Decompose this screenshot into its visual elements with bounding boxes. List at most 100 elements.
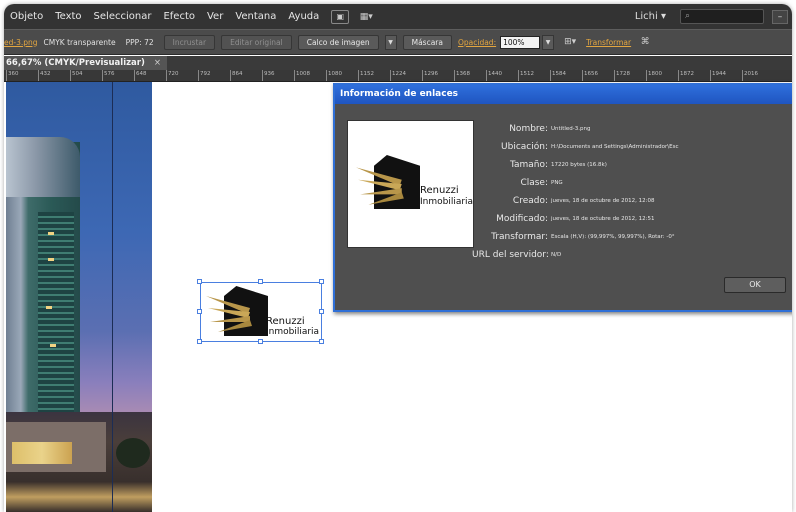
field-transformar: Transformar: Escala (H,V): (99,997%, 99,9… (475, 232, 792, 244)
menu-ver[interactable]: Ver (201, 11, 229, 22)
menu-texto[interactable]: Texto (49, 11, 87, 22)
opacity-dropdown[interactable]: ▼ (542, 34, 555, 50)
ruler-tick (102, 70, 103, 81)
resize-handle[interactable] (319, 279, 324, 284)
linked-file-link[interactable]: ed-3.png (4, 38, 38, 47)
workspace-switcher[interactable]: Lichi ▾ (635, 11, 666, 22)
ruler-tick (230, 70, 231, 81)
ruler-tick (582, 70, 583, 81)
field-value: N/D (551, 252, 562, 258)
horizontal-ruler[interactable]: 360 432 504 576 648 720 792 864 936 1008 1080 1152 1… (4, 70, 792, 82)
field-label: Nombre: (509, 124, 548, 134)
embed-button[interactable]: Incrustar (163, 34, 216, 50)
field-value: PNG (551, 180, 563, 186)
resize-handle[interactable] (319, 339, 324, 344)
ok-button[interactable]: OK (724, 277, 786, 293)
isolate-icon[interactable]: ⌘ (635, 36, 655, 49)
mask-button[interactable]: Máscara (402, 34, 452, 50)
ruler-label: 432 (40, 71, 51, 77)
thumbnail-text-inmobiliaria: Inmobiliaria (420, 197, 474, 207)
ruler-tick (550, 70, 551, 81)
close-tab-icon[interactable]: × (154, 58, 161, 68)
opacity-link[interactable]: Opacidad: (458, 38, 496, 47)
ruler-tick (486, 70, 487, 81)
field-label: Transformar: (491, 232, 548, 242)
ruler-tick (70, 70, 71, 81)
ruler-label: 1368 (456, 71, 470, 77)
ruler-tick (678, 70, 679, 81)
guide-line[interactable] (112, 82, 113, 512)
ruler-label: 1224 (392, 71, 406, 77)
placed-logo-image[interactable]: Renuzzi Inmobiliaria (197, 279, 324, 344)
ruler-tick (6, 70, 7, 81)
search-field[interactable]: ⌕ (680, 9, 764, 24)
menu-ayuda[interactable]: Ayuda (282, 11, 325, 22)
ruler-label: 864 (232, 71, 243, 77)
ruler-label: 1296 (424, 71, 438, 77)
menu-ventana[interactable]: Ventana (229, 11, 282, 22)
ruler-tick (262, 70, 263, 81)
field-value: H:\Documents and Settings\Administrador\… (551, 144, 679, 150)
workspace-label: Lichi (634, 11, 658, 22)
color-mode-text: CMYK transparente (43, 37, 116, 47)
thumbnail-text-renuzzi: Renuzzi (420, 185, 459, 196)
edit-original-button[interactable]: Editar original (221, 34, 292, 50)
minimize-icon[interactable]: – (772, 9, 788, 24)
field-label: Creado: (512, 196, 548, 206)
arrange-documents-icon[interactable]: ▦▾ (355, 10, 377, 24)
photo-window (46, 306, 52, 309)
menu-objeto[interactable]: Objeto (4, 11, 49, 22)
ruler-tick (422, 70, 423, 81)
ruler-label: 648 (136, 71, 147, 77)
app-window: Objeto Texto Seleccionar Efecto Ver Vent… (4, 4, 792, 512)
ruler-label: 792 (200, 71, 211, 77)
field-value: 17220 bytes (16.8k) (551, 162, 607, 168)
menu-efecto[interactable]: Efecto (157, 11, 201, 22)
ruler-label: 1512 (520, 71, 534, 77)
field-label: Clase: (520, 178, 548, 188)
ruler-label: 1728 (616, 71, 630, 77)
dialog-title[interactable]: Información de enlaces (335, 85, 792, 104)
building-photo[interactable] (6, 82, 152, 512)
photo-window (48, 258, 54, 261)
resize-handle[interactable] (258, 279, 263, 284)
photo-tower-facade (38, 212, 74, 432)
opacity-input[interactable]: 100% (500, 35, 541, 49)
field-value: jueves, 18 de octubre de 2012, 12:08 (551, 198, 655, 204)
field-value: jueves, 18 de octubre de 2012, 12:51 (551, 216, 655, 222)
resize-handle[interactable] (197, 339, 202, 344)
bridge-icon[interactable]: ▣ (331, 9, 350, 24)
photo-street (6, 482, 152, 512)
document-tab-title: 66,67% (CMYK/Previsualizar) (6, 58, 145, 68)
field-label: Ubicación: (501, 142, 548, 152)
field-clase: Clase: PNG (475, 178, 792, 190)
resize-handle[interactable] (197, 279, 202, 284)
document-tab[interactable]: 66,67% (CMYK/Previsualizar) × (4, 56, 167, 70)
link-info-dialog: Información de enlaces Renuzzi Inmobilia… (333, 83, 792, 312)
ruler-label: 1152 (360, 71, 374, 77)
document-tab-bar: 66,67% (CMYK/Previsualizar) × (4, 56, 792, 70)
selection-box[interactable] (200, 282, 322, 342)
ruler-label: 1944 (712, 71, 726, 77)
align-icon[interactable]: ⊞▾ (560, 36, 580, 49)
menu-bar: Objeto Texto Seleccionar Efecto Ver Vent… (4, 4, 792, 29)
ruler-label: 1872 (680, 71, 694, 77)
photo-lights (12, 442, 72, 464)
menu-seleccionar[interactable]: Seleccionar (88, 11, 158, 22)
resize-handle[interactable] (319, 309, 324, 314)
ruler-tick (710, 70, 711, 81)
field-modificado: Modificado: jueves, 18 de octubre de 2012… (475, 214, 792, 226)
resize-handle[interactable] (258, 339, 263, 344)
ruler-label: 2016 (744, 71, 758, 77)
resize-handle[interactable] (197, 309, 202, 314)
image-trace-button[interactable]: Calco de imagen (297, 34, 379, 50)
image-trace-dropdown[interactable]: ▼ (384, 34, 397, 50)
ruler-tick (390, 70, 391, 81)
ruler-tick (454, 70, 455, 81)
ruler-tick (614, 70, 615, 81)
transform-link[interactable]: Transformar (586, 38, 631, 47)
ruler-tick (166, 70, 167, 81)
control-bar: ed-3.png CMYK transparente PPP: 72 Incru… (4, 29, 792, 55)
thumbnail-rays-icon (356, 167, 404, 205)
ruler-tick (134, 70, 135, 81)
